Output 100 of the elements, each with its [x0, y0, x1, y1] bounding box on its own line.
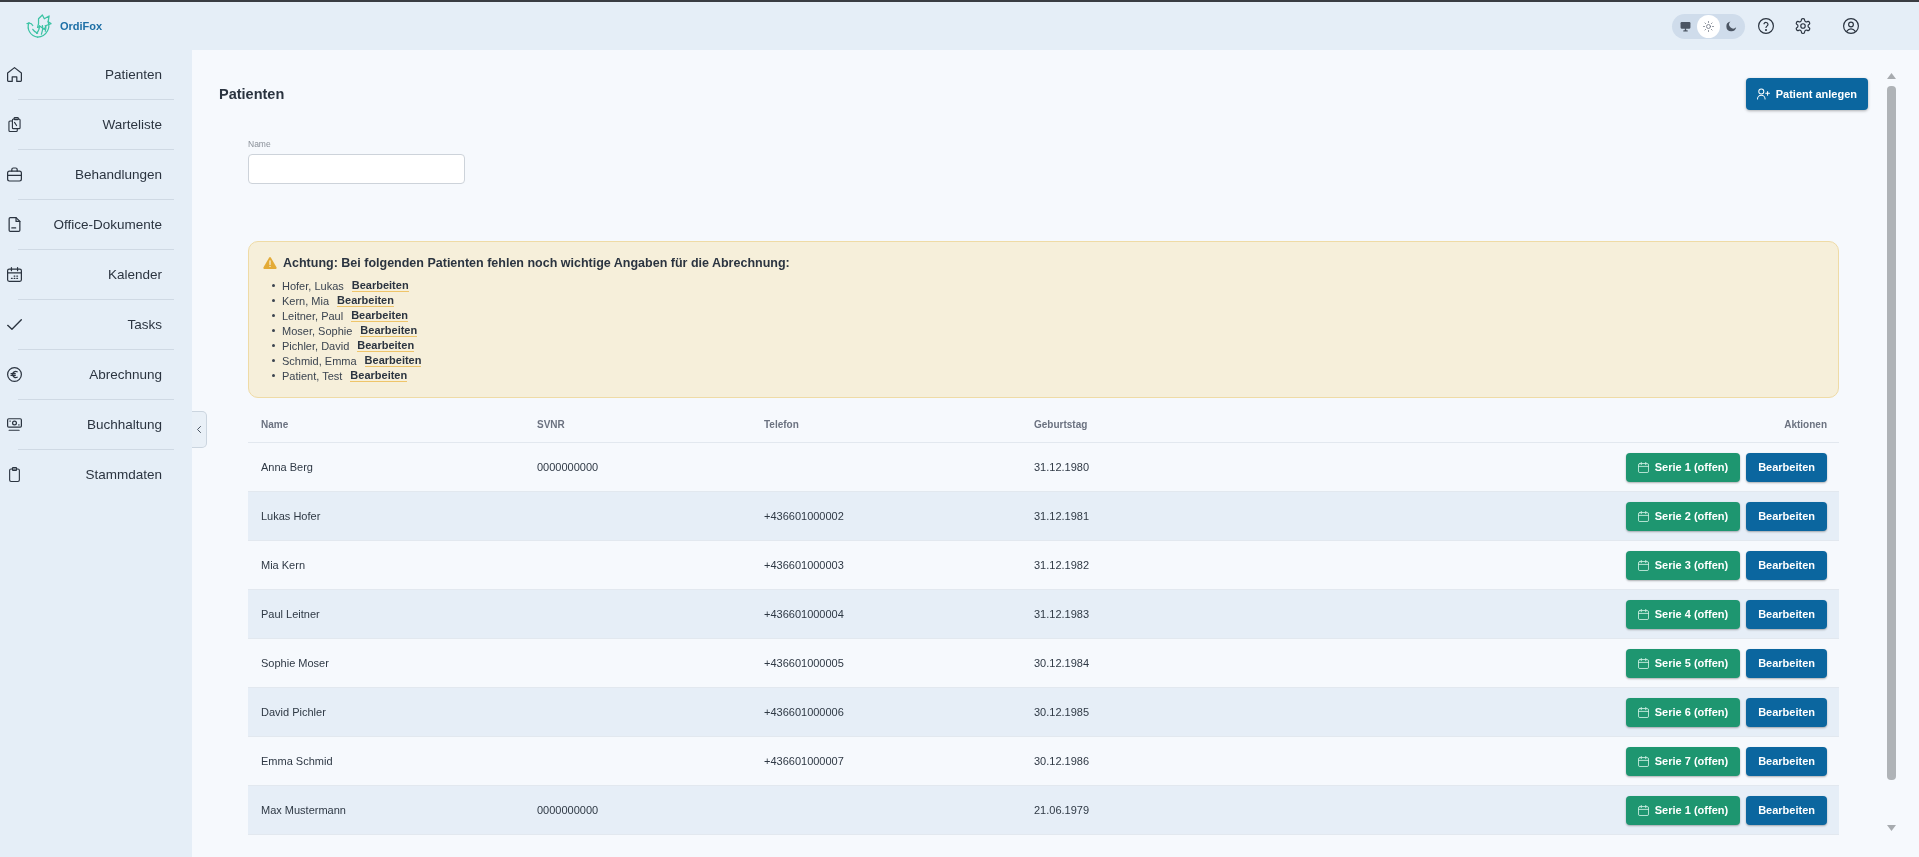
- home-icon: [7, 67, 22, 82]
- table-cell-text: +436601000006: [763, 706, 845, 718]
- clipboard-icon: [7, 467, 22, 482]
- edit-button[interactable]: Bearbeiten: [1746, 550, 1827, 580]
- moon-icon: [1726, 20, 1737, 32]
- theme-option-button[interactable]: [1697, 14, 1720, 38]
- edit-link[interactable]: Bearbeiten: [351, 309, 408, 322]
- table-cell-text: David Pichler: [260, 706, 327, 718]
- table-cell-text: Paul Leitner: [260, 608, 321, 620]
- table-cell-text: +436601000002: [763, 510, 845, 522]
- edit-link[interactable]: Bearbeiten: [357, 339, 415, 352]
- edit-link[interactable]: Bearbeiten: [337, 294, 394, 307]
- table-cell-text: +436601000004: [763, 608, 845, 620]
- table-cell-text: +436601000005: [763, 657, 845, 669]
- sidebar-item[interactable]: Kalender: [0, 250, 192, 299]
- bullet-icon: [272, 299, 275, 302]
- warning-icon: [263, 257, 277, 269]
- edit-link[interactable]: Bearbeiten: [350, 369, 408, 382]
- edit-button[interactable]: Bearbeiten: [1746, 648, 1827, 678]
- caret-up-icon[interactable]: [1887, 73, 1896, 79]
- calendar-icon: [1637, 608, 1649, 620]
- bullet-icon: [272, 329, 275, 332]
- scrollbar-thumb[interactable]: [1887, 86, 1896, 780]
- edit-link[interactable]: Bearbeiten: [364, 354, 422, 367]
- check-icon: [7, 317, 22, 332]
- table-cell-text: 21.06.1979: [1033, 804, 1091, 816]
- help-icon[interactable]: [1758, 18, 1774, 34]
- calendar-icon: [1637, 559, 1649, 571]
- app-name: OrdiFox: [60, 20, 103, 32]
- sidebar-item[interactable]: Patienten: [0, 50, 192, 99]
- sidebar-item[interactable]: Buchhaltung: [0, 400, 192, 449]
- settings-icon[interactable]: [1795, 18, 1811, 34]
- series-button[interactable]: Serie 5 (offen): [1625, 648, 1741, 678]
- bullet-icon: [272, 344, 275, 347]
- table-cell-text: 31.12.1980: [1033, 461, 1091, 473]
- table-cell-text: 30.12.1985: [1033, 706, 1091, 718]
- name-input-field[interactable]: [248, 154, 465, 184]
- sidebar-item[interactable]: Abrechnung: [0, 350, 192, 399]
- sidebar-item[interactable]: Tasks: [0, 300, 192, 349]
- series-button[interactable]: Serie 3 (offen): [1625, 550, 1741, 580]
- calendar-icon: [1637, 706, 1649, 718]
- series-button[interactable]: Serie 4 (offen): [1625, 599, 1741, 629]
- series-button[interactable]: Serie 1 (offen): [1625, 795, 1741, 825]
- patient-name: Patient, Test: [282, 369, 343, 382]
- sidebar-item[interactable]: Stammdaten: [0, 450, 192, 499]
- calendar-icon: [1637, 657, 1649, 669]
- sidebar-item[interactable]: Behandlungen: [0, 150, 192, 199]
- calendar-icon: [7, 267, 22, 282]
- edit-button[interactable]: Bearbeiten: [1746, 746, 1827, 776]
- patient-name: Hofer, Lukas: [282, 279, 344, 292]
- edit-button[interactable]: Bearbeiten: [1746, 795, 1827, 825]
- bullet-icon: [272, 284, 275, 287]
- user-plus-icon: [1756, 88, 1770, 100]
- series-button[interactable]: Serie 2 (offen): [1625, 501, 1741, 531]
- patient-name: Leitner, Paul: [282, 309, 344, 322]
- calendar-icon: [1637, 510, 1649, 522]
- sidebar-item[interactable]: Warteliste: [0, 100, 192, 149]
- column-header: Telefon: [763, 418, 800, 430]
- calendar-icon: [1637, 804, 1649, 816]
- series-button[interactable]: Serie 7 (offen): [1625, 746, 1741, 776]
- caret-down-icon[interactable]: [1887, 825, 1896, 831]
- calendar-icon: [1637, 461, 1649, 473]
- table-cell-text: +436601000003: [763, 559, 845, 571]
- euro-icon: [7, 367, 22, 382]
- sidebar-item[interactable]: Office-Dokumente: [0, 200, 192, 249]
- patient-name: Pichler, David: [282, 339, 350, 352]
- table-cell-text: 0000000000: [536, 461, 600, 473]
- table-cell-text: 31.12.1983: [1033, 608, 1091, 620]
- edit-button[interactable]: Bearbeiten: [1746, 501, 1827, 531]
- table-cell-text: Anna Berg: [260, 461, 314, 473]
- document-icon: [7, 217, 22, 232]
- series-button[interactable]: Serie 6 (offen): [1625, 697, 1741, 727]
- logo-icon: [25, 13, 54, 39]
- table-cell-text: 31.12.1981: [1033, 510, 1091, 522]
- table-cell-text: Emma Schmid: [260, 755, 334, 767]
- table-cell-text: +436601000007: [763, 755, 845, 767]
- edit-link[interactable]: Bearbeiten: [351, 279, 409, 292]
- field-label: Name: [248, 139, 271, 149]
- page-title: Patienten: [219, 86, 285, 102]
- table-cell-text: 0000000000: [536, 804, 600, 816]
- edit-button[interactable]: Bearbeiten: [1746, 599, 1827, 629]
- monitor-icon: [1680, 20, 1691, 32]
- bullet-icon: [272, 314, 275, 317]
- user-icon[interactable]: [1843, 18, 1859, 34]
- series-button[interactable]: Serie 1 (offen): [1625, 452, 1741, 482]
- table-cell-text: Sophie Moser: [260, 657, 330, 669]
- edit-button[interactable]: Bearbeiten: [1746, 452, 1827, 482]
- bullet-icon: [272, 359, 275, 362]
- patient-name: Schmid, Emma: [282, 354, 357, 367]
- column-header: Name: [260, 418, 290, 430]
- bullet-icon: [272, 374, 275, 377]
- edit-link[interactable]: Bearbeiten: [360, 324, 418, 337]
- table-cell-text: 30.12.1984: [1033, 657, 1091, 669]
- banknote-icon: [7, 417, 22, 432]
- add-patient-button[interactable]: Patient anlegen: [1745, 78, 1868, 110]
- warning-title: Achtung: Bei folgenden Patienten fehlen noch wichtige Angaben für die Abrechnung:: [283, 256, 790, 270]
- table-cell-text: 31.12.1982: [1033, 559, 1091, 571]
- edit-button[interactable]: Bearbeiten: [1746, 697, 1827, 727]
- briefcase-icon: [7, 167, 22, 182]
- table-cell-text: 30.12.1986: [1033, 755, 1091, 767]
